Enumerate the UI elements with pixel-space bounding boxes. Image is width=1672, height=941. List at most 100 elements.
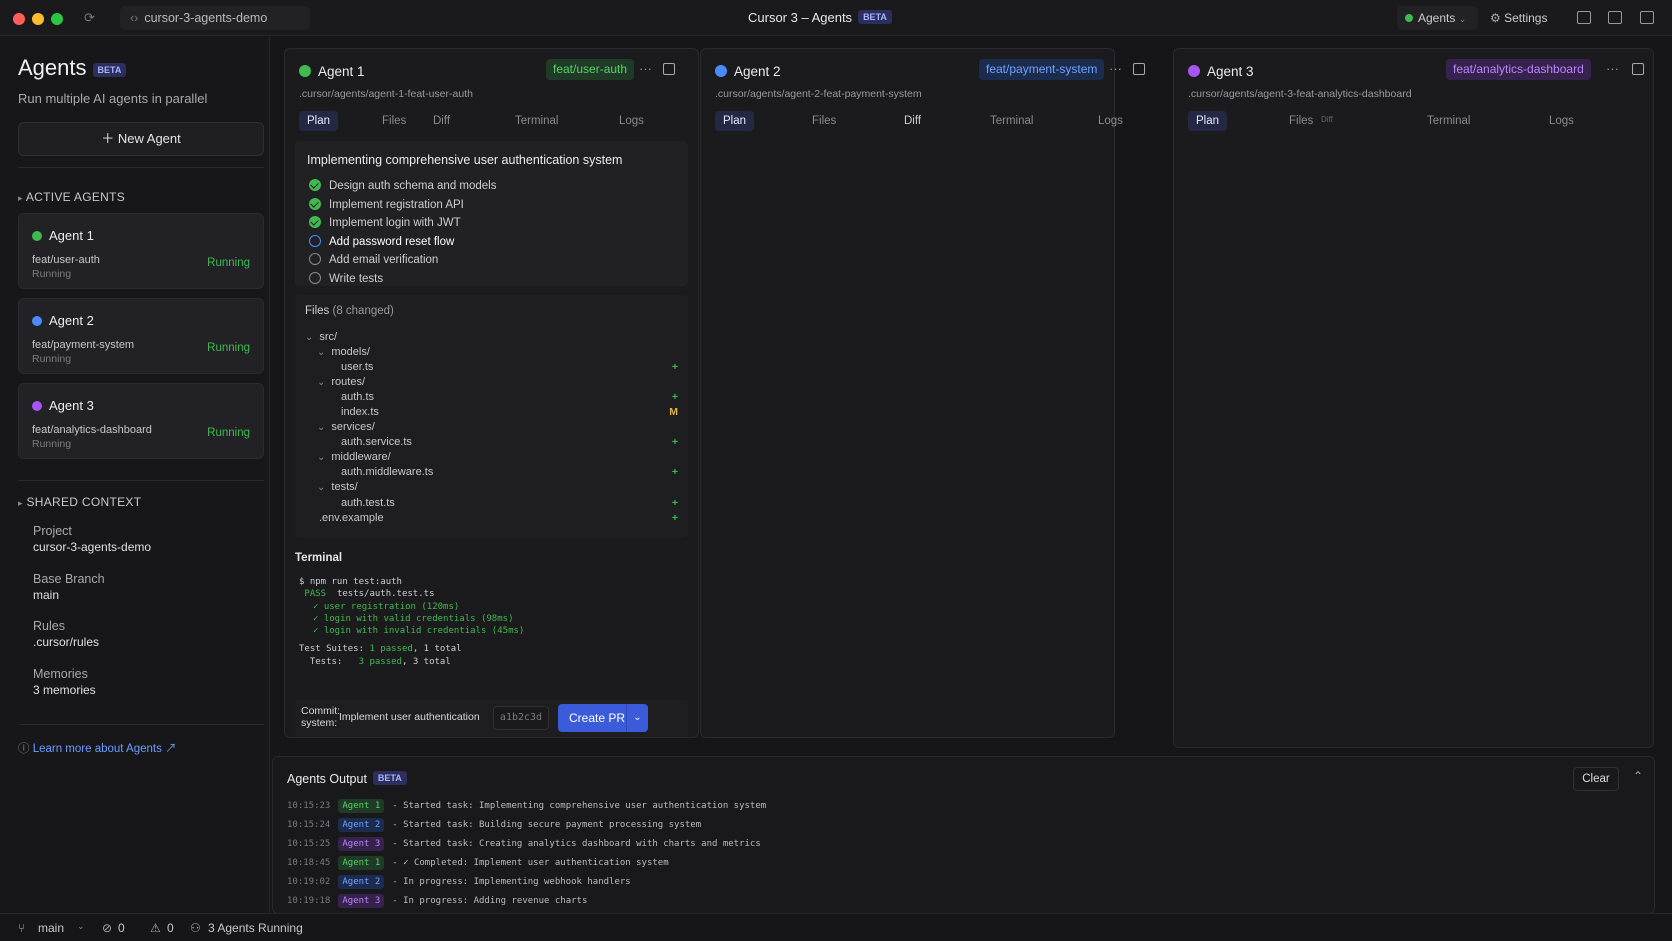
chevron-down-icon[interactable]: ⌄ bbox=[77, 921, 85, 932]
agent-state: Running bbox=[32, 268, 72, 280]
chevron-down-icon[interactable]: ⌄ bbox=[626, 704, 648, 732]
expand-icon[interactable] bbox=[663, 63, 675, 75]
file-item[interactable]: user.ts bbox=[341, 361, 373, 373]
tab-diff[interactable]: Diff bbox=[904, 115, 921, 127]
refresh-icon[interactable]: ⟳ bbox=[84, 10, 95, 26]
tab-plan[interactable]: Plan bbox=[715, 111, 755, 131]
task-item[interactable]: Implement login with JWT bbox=[309, 216, 461, 229]
branch-name[interactable]: main bbox=[38, 921, 64, 935]
tab-plan[interactable]: Plan bbox=[1188, 111, 1228, 131]
plus-icon: ＋ bbox=[101, 131, 115, 146]
in-progress-icon bbox=[309, 235, 321, 247]
pass-label: PASS bbox=[304, 589, 327, 600]
log-agent-badge: Agent 1 bbox=[338, 856, 385, 870]
minimize-window-button[interactable] bbox=[32, 13, 44, 25]
expand-icon[interactable] bbox=[1632, 63, 1644, 75]
active-agents-header[interactable]: ▸ ACTIVE AGENTS bbox=[18, 190, 125, 204]
file-item[interactable]: auth.service.ts bbox=[341, 436, 412, 448]
sidebar: Agents BETA Run multiple AI agents in par… bbox=[0, 37, 270, 913]
summary-total: , 1 total bbox=[412, 644, 462, 655]
folder-item[interactable]: services/ bbox=[317, 421, 374, 433]
expand-icon[interactable] bbox=[1133, 63, 1145, 75]
tab-files[interactable]: Files bbox=[1289, 115, 1313, 127]
task-item[interactable]: Implement registration API bbox=[309, 198, 464, 211]
task-item[interactable]: Add email verification bbox=[309, 253, 438, 266]
maximize-window-button[interactable] bbox=[51, 13, 63, 25]
agents-menu[interactable]: Agents ⌄ bbox=[1397, 6, 1478, 30]
tab-diff[interactable]: Diff bbox=[1321, 115, 1333, 124]
agent-card-3[interactable]: Agent 3 feat/analytics-dashboard Running… bbox=[18, 383, 264, 459]
more-icon[interactable]: ··· bbox=[639, 61, 652, 76]
folder-item[interactable]: middleware/ bbox=[317, 451, 390, 463]
tab-files[interactable]: Files bbox=[812, 115, 836, 127]
tab-plan[interactable]: Plan bbox=[299, 111, 339, 131]
more-icon[interactable]: ··· bbox=[1109, 61, 1122, 76]
agents-running-status[interactable]: 3 Agents Running bbox=[208, 921, 303, 935]
folder-item[interactable]: routes/ bbox=[317, 376, 365, 388]
layout-panel-icon[interactable] bbox=[1640, 11, 1654, 24]
task-item[interactable]: Add password reset flow bbox=[309, 235, 454, 248]
agent-state: Running bbox=[32, 438, 72, 450]
chevron-right-icon: ▸ bbox=[18, 498, 23, 508]
agent-running-badge: Running bbox=[207, 342, 250, 354]
branch-badge[interactable]: feat/payment-system bbox=[979, 59, 1105, 80]
clear-button[interactable]: Clear bbox=[1573, 767, 1619, 791]
tab-terminal[interactable]: Terminal bbox=[515, 115, 558, 127]
chevron-up-icon[interactable]: ⌃ bbox=[1633, 769, 1643, 783]
new-agent-button[interactable]: ＋ New Agent bbox=[18, 122, 264, 156]
task-item[interactable]: Write tests bbox=[309, 272, 383, 285]
tab-terminal[interactable]: Terminal bbox=[1427, 115, 1470, 127]
context-label: Rules bbox=[33, 619, 65, 633]
branch-badge[interactable]: feat/analytics-dashboard bbox=[1446, 59, 1591, 80]
create-pr-button[interactable]: Create PR ⌄ bbox=[558, 704, 648, 732]
more-icon[interactable]: ··· bbox=[1606, 61, 1619, 76]
close-window-button[interactable] bbox=[13, 13, 25, 25]
check-done-icon bbox=[309, 198, 321, 210]
shared-context-label: SHARED CONTEXT bbox=[26, 495, 142, 509]
log-message: - In progress: Adding revenue charts bbox=[392, 896, 588, 906]
learn-more-label: Learn more about Agents bbox=[32, 743, 162, 755]
tab-diff[interactable]: Diff bbox=[433, 115, 450, 127]
log-timestamp: 10:19:02 bbox=[287, 877, 331, 887]
project-selector[interactable]: ‹› cursor-3-agents-demo bbox=[120, 6, 310, 30]
branch-badge[interactable]: feat/user-auth bbox=[546, 59, 635, 80]
file-item[interactable]: auth.test.ts bbox=[341, 497, 395, 509]
shared-context-header[interactable]: ▸ SHARED CONTEXT bbox=[18, 495, 141, 509]
tab-terminal[interactable]: Terminal bbox=[990, 115, 1033, 127]
panel-tabs: Plan Files Diff Terminal Logs bbox=[1188, 111, 1639, 139]
task-item[interactable]: Design auth schema and models bbox=[309, 179, 497, 192]
tab-files[interactable]: Files bbox=[382, 115, 406, 127]
folder-item[interactable]: src/ bbox=[305, 331, 337, 343]
gear-icon: ⚙ bbox=[1490, 11, 1501, 25]
file-item[interactable]: index.ts bbox=[341, 406, 379, 418]
log-message: - Started task: Building secure payment … bbox=[392, 820, 702, 830]
tab-logs[interactable]: Logs bbox=[1549, 115, 1574, 127]
agent-card-2[interactable]: Agent 2 feat/payment-system Running Runn… bbox=[18, 298, 264, 374]
terminal-line: Tests: 3 passed, 3 total bbox=[299, 656, 684, 668]
log-line: 10:18:45 Agent 1 - ✓ Completed: Implement … bbox=[287, 856, 669, 870]
folder-item[interactable]: tests/ bbox=[317, 481, 357, 493]
tab-logs[interactable]: Logs bbox=[1098, 115, 1123, 127]
git-branch-icon: ⑂ bbox=[18, 921, 26, 935]
learn-more-link[interactable]: ⓘ Learn more about Agents ↗ bbox=[18, 740, 177, 756]
warning-count[interactable]: 0 bbox=[167, 921, 174, 935]
file-item[interactable]: auth.ts bbox=[341, 391, 374, 403]
agents-icon: ⚇ bbox=[190, 921, 201, 935]
commit-message-input[interactable]: Implement user authentication bbox=[339, 711, 489, 723]
layout-sidebar-icon[interactable] bbox=[1577, 11, 1591, 24]
file-item[interactable]: auth.middleware.ts bbox=[341, 466, 433, 478]
agent-card-1[interactable]: Agent 1 feat/user-auth Running Running bbox=[18, 213, 264, 289]
sidebar-title: Agents BETA bbox=[18, 55, 127, 81]
log-line: 10:15:23 Agent 1 - Started task: Implement… bbox=[287, 799, 766, 813]
worktree-path: .cursor/agents/agent-2-feat-payment-syst… bbox=[715, 88, 922, 100]
layout-split-icon[interactable] bbox=[1608, 11, 1622, 24]
folder-item[interactable]: models/ bbox=[317, 346, 370, 358]
file-item[interactable]: .env.example bbox=[319, 512, 384, 524]
added-mark: + bbox=[671, 391, 678, 403]
settings-button[interactable]: ⚙ Settings bbox=[1490, 11, 1547, 25]
app-window: ⟳ ‹› cursor-3-agents-demo Cursor 3 – Agen… bbox=[0, 0, 1672, 941]
tab-logs[interactable]: Logs bbox=[619, 115, 644, 127]
panel-tabs: Plan Files Diff Terminal Logs bbox=[715, 111, 1123, 139]
check-done-icon bbox=[309, 179, 321, 191]
error-count[interactable]: 0 bbox=[118, 921, 125, 935]
